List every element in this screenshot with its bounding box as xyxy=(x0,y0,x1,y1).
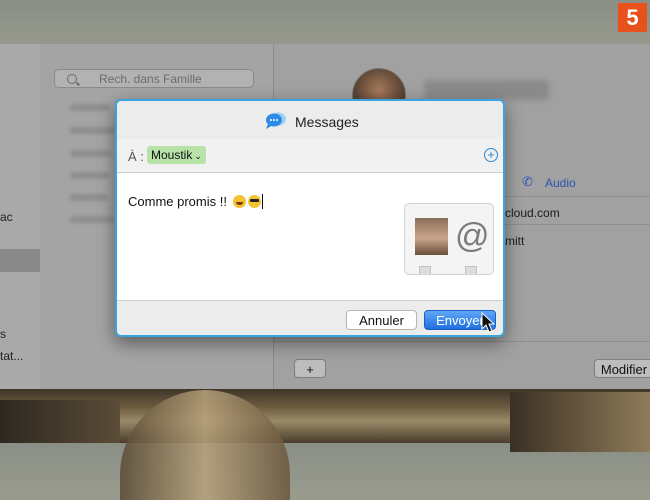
message-text-content: Comme promis !! xyxy=(128,194,231,209)
search-icon xyxy=(67,74,77,84)
recipient-name: Moustik xyxy=(151,148,193,162)
messages-icon xyxy=(266,112,286,129)
contact-row-blur[interactable] xyxy=(70,150,112,157)
contact-row-blur[interactable] xyxy=(70,104,110,111)
cancel-button[interactable]: Annuler xyxy=(346,310,417,330)
dialog-title: Messages xyxy=(295,114,359,130)
text-cursor xyxy=(261,194,263,209)
step-badge: 5 xyxy=(618,3,647,32)
recipient-row[interactable]: À : Moustik ⌄ + xyxy=(117,139,503,173)
add-contact-button[interactable]: + xyxy=(294,359,326,378)
at-sign-icon: @ xyxy=(455,217,490,255)
divider xyxy=(505,224,650,225)
group-fragment-3: tat... xyxy=(0,349,24,363)
group-fragment-1: ac xyxy=(0,210,13,224)
email-fragment: cloud.com xyxy=(505,206,560,220)
dialog-title-bar: Messages xyxy=(117,101,503,140)
contact-name-blur xyxy=(424,80,549,100)
group-fragment-2: s xyxy=(0,327,6,341)
phone-icon[interactable]: ✆ xyxy=(522,175,536,189)
message-body-field[interactable]: Comme promis !! @ xyxy=(117,173,503,301)
contact-card-attachment[interactable]: @ xyxy=(404,203,494,275)
messages-share-dialog: Messages À : Moustik ⌄ + Comme promis !! … xyxy=(115,99,505,337)
contact-row-blur[interactable] xyxy=(70,172,110,179)
selected-group[interactable] xyxy=(0,249,40,272)
name-fragment: mitt xyxy=(505,234,525,248)
contact-row-blur[interactable] xyxy=(70,127,115,134)
edit-button[interactable]: Modifier xyxy=(594,359,650,378)
search-input[interactable]: Rech. dans Famille xyxy=(54,69,254,88)
groups-pane: ac s tat... xyxy=(0,44,41,389)
message-text[interactable]: Comme promis !! xyxy=(128,194,263,209)
laughing-face-icon xyxy=(232,195,246,208)
card-tab xyxy=(419,266,431,275)
divider xyxy=(274,341,650,342)
mouse-pointer-icon xyxy=(481,312,496,333)
chevron-down-icon: ⌄ xyxy=(194,151,202,161)
contact-row-blur[interactable] xyxy=(70,216,114,223)
sunglasses-face-icon xyxy=(247,195,261,208)
add-recipient-icon[interactable]: + xyxy=(484,148,498,162)
recipient-chip[interactable]: Moustik ⌄ xyxy=(147,146,206,164)
contact-row-blur[interactable] xyxy=(70,194,108,201)
contact-photo xyxy=(415,218,448,255)
wallpaper-building-left xyxy=(0,400,120,443)
wallpaper-building xyxy=(510,392,650,452)
card-tab xyxy=(465,266,477,275)
audio-link[interactable]: Audio xyxy=(545,176,576,190)
divider xyxy=(505,196,650,197)
to-label: À : xyxy=(128,149,144,164)
